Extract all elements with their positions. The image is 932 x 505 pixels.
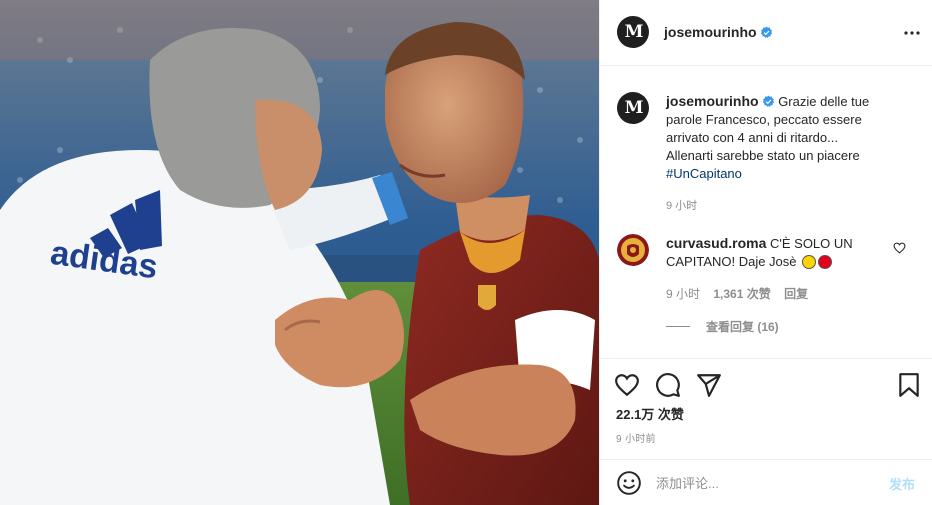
comment-input[interactable] <box>656 471 876 495</box>
caption-line-1: Grazie delle tue <box>778 94 870 109</box>
view-replies-button[interactable]: 查看回复 (16) <box>666 318 779 335</box>
share-icon[interactable] <box>696 372 722 398</box>
reply-button[interactable]: 回复 <box>784 287 808 301</box>
red-circle-emoji-icon <box>818 255 833 269</box>
author-avatar[interactable]: M <box>617 16 649 48</box>
caption-line-3: arrivato con 4 anni di ritardo... <box>666 130 838 145</box>
emoji-icon[interactable] <box>616 470 642 496</box>
post-header: M josemourinho <box>600 0 932 66</box>
post-photo-image: adidas <box>0 0 599 505</box>
comment-text: curvasud.roma C'È SOLO UN CAPITANO! Daje… <box>666 234 884 271</box>
more-options-icon[interactable] <box>902 24 922 42</box>
verified-badge-icon <box>762 95 774 107</box>
caption-author-avatar[interactable]: M <box>617 92 649 124</box>
caption-line-2: parole Francesco, peccato essere <box>666 112 862 127</box>
caption-username[interactable]: josemourinho <box>666 93 775 109</box>
caption-username-text[interactable]: josemourinho <box>666 93 759 109</box>
yellow-circle-emoji-icon <box>802 255 817 269</box>
comments-section: M josemourinho Grazie delle tue parole F… <box>600 66 932 359</box>
bookmark-icon[interactable] <box>896 372 922 398</box>
view-replies-label[interactable]: 查看回复 (16) <box>706 318 779 335</box>
comment-timestamp[interactable]: 9 小时 <box>666 287 700 301</box>
likes-count[interactable]: 22.1万 次赞 <box>616 404 684 423</box>
comment-icon[interactable] <box>655 372 681 398</box>
commenter-username[interactable]: curvasud.roma <box>666 235 766 251</box>
comment-meta: 9 小时 1,361 次赞 回复 <box>666 285 818 302</box>
add-comment-bar: 发布 <box>600 461 932 505</box>
author-username-text[interactable]: josemourinho <box>664 24 757 40</box>
post-photo[interactable]: adidas <box>0 0 599 505</box>
post-actions: 22.1万 次赞 9 小时前 <box>600 360 932 460</box>
caption-timestamp[interactable]: 9 小时 <box>666 197 697 213</box>
verified-badge-icon <box>760 26 772 38</box>
comment-like-heart-icon[interactable] <box>893 242 906 254</box>
comment-likes[interactable]: 1,361 次赞 <box>713 287 770 301</box>
replies-divider <box>666 326 690 327</box>
hashtag-link[interactable]: #UnCapitano <box>666 166 742 181</box>
post-timestamp[interactable]: 9 小时前 <box>616 430 656 445</box>
heart-icon[interactable] <box>614 372 640 398</box>
caption-text: josemourinho Grazie delle tue parole Fra… <box>666 92 884 183</box>
post-details-panel: M josemourinho M josemourinho Grazie del… <box>599 0 932 505</box>
commenter-avatar[interactable] <box>617 234 649 266</box>
caption-line-4: Allenarti sarebbe stato un piacere <box>666 148 860 163</box>
author-username[interactable]: josemourinho <box>664 24 773 40</box>
post-comment-button[interactable]: 发布 <box>889 474 915 493</box>
